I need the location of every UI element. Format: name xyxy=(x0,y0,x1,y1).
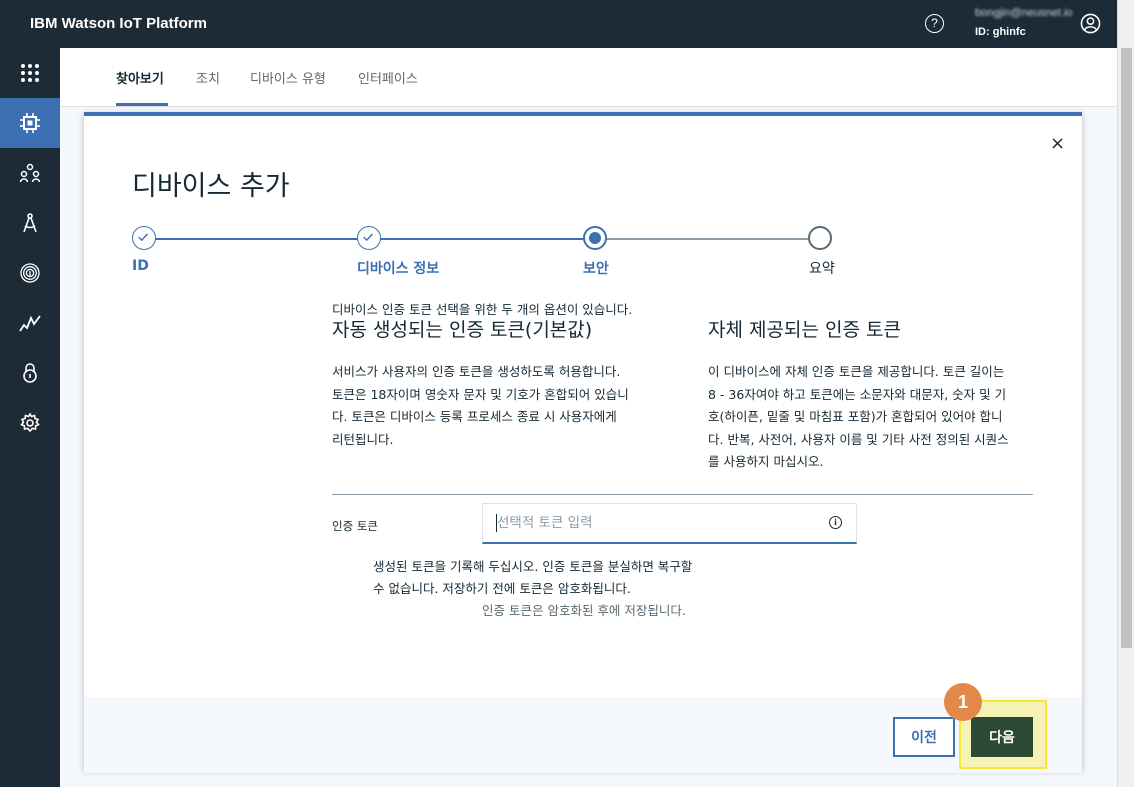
user-email: bongjin@neusnet.io xyxy=(975,7,1073,19)
step-label-device-info: 디바이스 정보 xyxy=(357,261,440,277)
step-id-indicator xyxy=(132,226,156,250)
page-scrollbar[interactable] xyxy=(1117,0,1134,787)
app-grid-icon xyxy=(21,64,39,82)
tab-device-types[interactable]: 디바이스 유형 xyxy=(250,68,326,87)
checkmark-icon xyxy=(363,233,373,242)
next-button[interactable]: 다음 xyxy=(971,717,1033,757)
members-icon xyxy=(19,163,41,183)
sidebar-item-security[interactable] xyxy=(0,248,60,298)
previous-button[interactable]: 이전 xyxy=(893,717,955,757)
auto-token-description: 서비스가 사용자의 인증 토큰을 생성하도록 허용합니다. 토큰은 18자이며 … xyxy=(332,364,629,447)
section-divider xyxy=(332,494,1033,495)
chip-icon xyxy=(20,113,40,133)
current-step-dot xyxy=(589,232,601,244)
tab-interfaces[interactable]: 인터페이스 xyxy=(358,68,418,87)
scrollbar-thumb[interactable] xyxy=(1121,48,1132,648)
modal-footer: 이전 다음 1 xyxy=(84,683,1082,773)
sidebar-item-apps[interactable] xyxy=(0,48,60,98)
custom-token-title: 자체 제공되는 인증 토큰 xyxy=(708,319,901,341)
custom-token-description: 이 디바이스에 자체 인증 토큰을 제공합니다. 토큰 길이는 8 - 36자여… xyxy=(708,364,1009,469)
token-field-label: 인증 토큰 xyxy=(332,519,378,533)
tab-actions[interactable]: 조치 xyxy=(196,68,220,87)
user-id: ID: ghinfc xyxy=(975,26,1026,38)
text-cursor xyxy=(496,514,497,532)
sidebar xyxy=(0,48,60,787)
sidebar-item-usage[interactable] xyxy=(0,298,60,348)
token-input[interactable] xyxy=(482,503,857,544)
info-icon[interactable]: i xyxy=(829,516,842,529)
step-security-indicator xyxy=(583,226,607,250)
progress-track-remaining xyxy=(604,238,808,240)
modal-title: 디바이스 추가 xyxy=(132,171,290,202)
step-label-id: ID xyxy=(132,258,149,274)
tab-browse[interactable]: 찾아보기 xyxy=(116,68,164,87)
lock-icon xyxy=(23,363,37,383)
user-avatar-icon[interactable] xyxy=(1080,13,1101,34)
sidebar-item-access[interactable] xyxy=(0,348,60,398)
callout-badge: 1 xyxy=(944,683,982,721)
add-device-modal: × 디바이스 추가 ID 디바이스 정보 보안 요약 디바이스 인증 토큰 선택… xyxy=(84,112,1082,773)
encryption-note: 인증 토큰은 암호화된 후에 저장됩니다. xyxy=(482,603,686,618)
sidebar-item-settings[interactable] xyxy=(0,398,60,448)
fingerprint-icon xyxy=(20,263,40,283)
checkmark-icon xyxy=(138,233,148,242)
step-device-info-indicator xyxy=(357,226,381,250)
close-icon[interactable]: × xyxy=(1050,133,1065,154)
settings-gear-icon xyxy=(20,412,40,433)
auto-token-title: 자동 생성되는 인증 토큰(기본값) xyxy=(332,319,593,341)
compass-icon xyxy=(23,213,37,233)
top-bar: IBM Watson IoT Platform ? bongjin@neusne… xyxy=(0,0,1117,48)
help-icon[interactable]: ? xyxy=(925,14,944,33)
app-title[interactable]: IBM Watson IoT Platform xyxy=(30,15,207,32)
usage-chart-icon xyxy=(19,315,41,332)
step-summary-indicator xyxy=(808,226,832,250)
active-tab-indicator xyxy=(116,103,168,106)
sidebar-item-devices[interactable] xyxy=(0,98,60,148)
sidebar-item-members[interactable] xyxy=(0,148,60,198)
sidebar-item-rules[interactable] xyxy=(0,198,60,248)
token-warning: 생성된 토큰을 기록해 두십시오. 인증 토큰을 분실하면 복구할 수 없습니다… xyxy=(373,559,693,596)
step-label-summary: 요약 xyxy=(809,261,835,277)
step-label-security: 보안 xyxy=(583,261,609,277)
sub-navigation: 찾아보기 조치 디바이스 유형 인터페이스 xyxy=(60,48,1117,107)
